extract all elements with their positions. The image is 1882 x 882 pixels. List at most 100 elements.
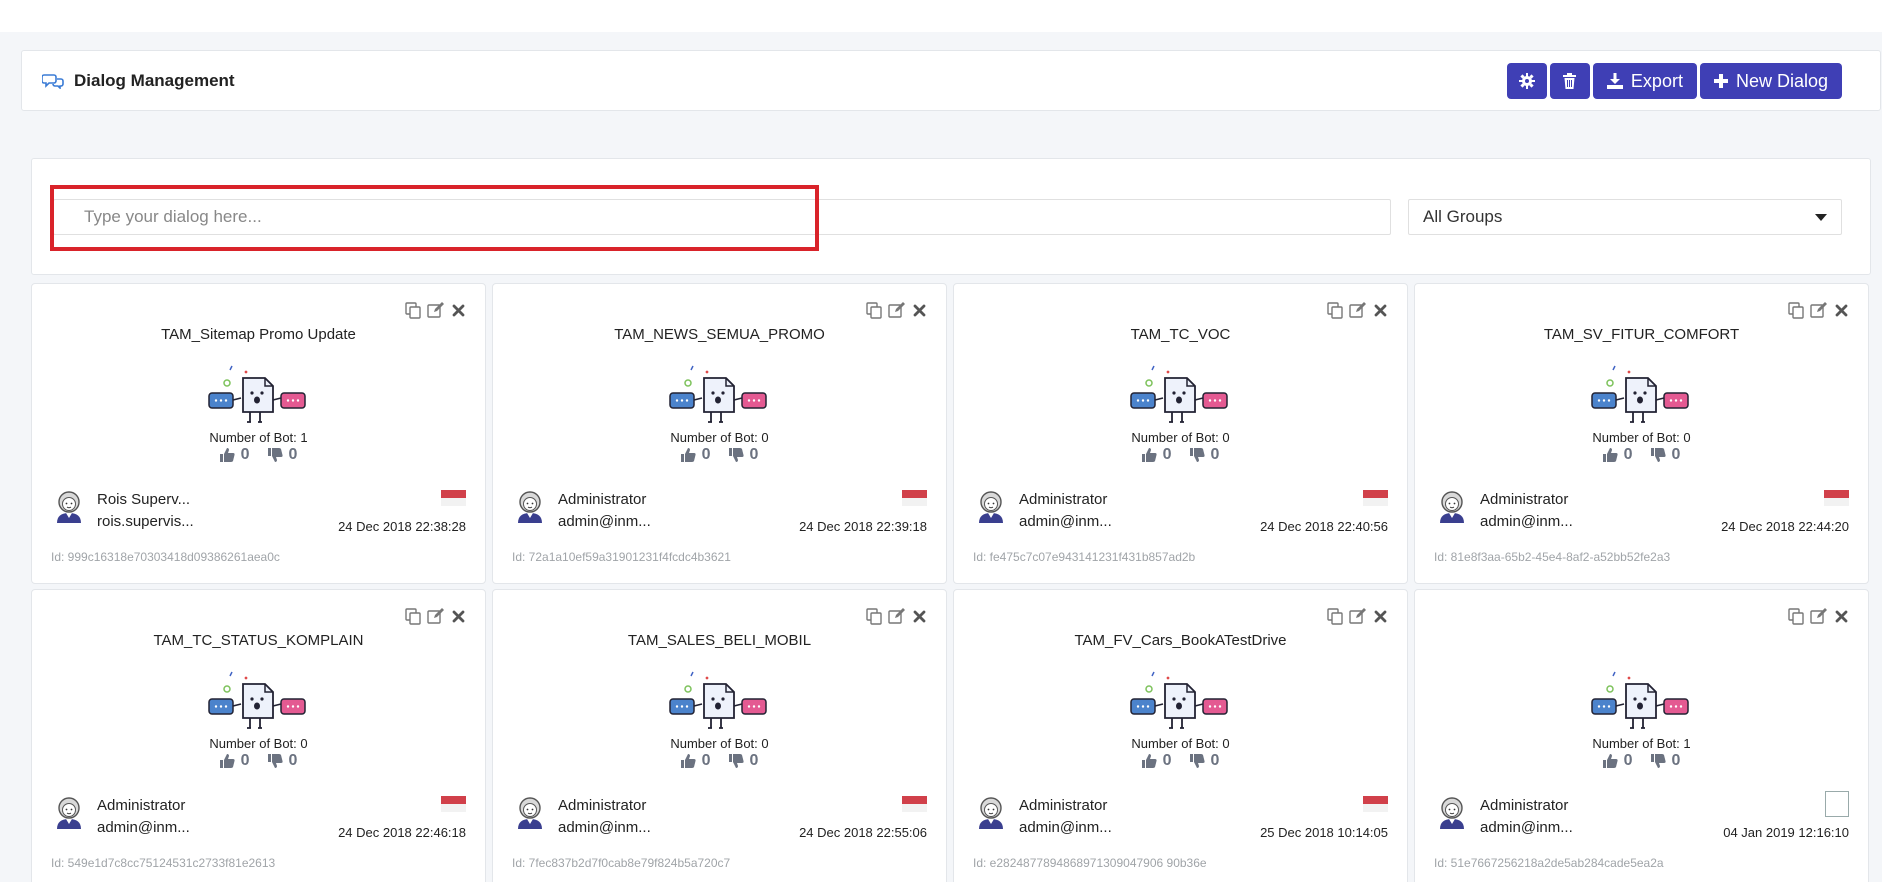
copy-icon[interactable] xyxy=(865,302,882,319)
dialog-id: Id: 999c16318e70303418d09386261aea0c xyxy=(51,550,280,564)
card-actions xyxy=(1787,302,1850,319)
dialog-title[interactable]: TAM_Sitemap Promo Update xyxy=(32,326,485,343)
export-button[interactable]: Export xyxy=(1592,63,1697,99)
dislikes: 0 xyxy=(1189,446,1220,464)
group-filter-select[interactable]: All Groups xyxy=(1408,199,1842,235)
owner-name: Administrator xyxy=(1480,491,1569,508)
edit-icon[interactable] xyxy=(888,608,905,625)
close-icon[interactable] xyxy=(911,608,928,625)
close-icon[interactable] xyxy=(1372,608,1389,625)
bot-count: Number of Bot: 1 xyxy=(1592,736,1691,751)
card-actions xyxy=(1787,608,1850,625)
close-icon[interactable] xyxy=(1833,608,1850,625)
dialog-card[interactable]: TAM_FV_Cars_BookATestDrive Number of Bot… xyxy=(953,589,1408,882)
chat-bubbles-icon xyxy=(42,74,64,89)
likes-count: 0 xyxy=(240,446,250,463)
likes-count: 0 xyxy=(1162,446,1172,463)
user-avatar-icon xyxy=(1440,797,1464,829)
header-toolbar: Export New Dialog xyxy=(1506,63,1842,99)
likes-count: 0 xyxy=(1623,752,1633,769)
close-icon[interactable] xyxy=(1372,302,1389,319)
dialog-title[interactable]: TAM_TC_VOC xyxy=(954,326,1407,343)
dialog-card[interactable]: TAM_NEWS_SEMUA_PROMO Number of Bot: 0 0 xyxy=(492,283,947,584)
dialog-card[interactable]: TAM_TC_STATUS_KOMPLAIN Number of Bot: 0 … xyxy=(31,589,486,882)
thumbs-up-icon xyxy=(680,754,696,768)
dialog-card[interactable]: TAM_Sitemap Promo Update Number of Bot: … xyxy=(31,283,486,584)
user-avatar-icon xyxy=(57,491,81,523)
owner-name: Administrator xyxy=(97,797,186,814)
thumbs-up-icon xyxy=(219,448,235,462)
card-actions xyxy=(865,302,928,319)
thumbs-down-icon xyxy=(1189,754,1205,768)
edit-icon[interactable] xyxy=(888,302,905,319)
dialog-search-input[interactable] xyxy=(53,199,1391,235)
dialog-id: Id: fe475c7c07e943141231f431b857ad2b xyxy=(973,550,1196,564)
indonesia-flag-icon xyxy=(441,490,466,506)
edit-icon[interactable] xyxy=(1810,608,1827,625)
likes-count: 0 xyxy=(240,752,250,769)
dislikes: 0 xyxy=(267,446,297,464)
thumbs-down-icon xyxy=(267,754,283,768)
dialog-title[interactable]: TAM_SV_FITUR_COMFORT xyxy=(1415,326,1868,343)
close-icon[interactable] xyxy=(911,302,928,319)
copy-icon[interactable] xyxy=(1787,608,1804,625)
edit-icon[interactable] xyxy=(427,608,444,625)
dislikes-count: 0 xyxy=(749,752,759,769)
dialog-title[interactable]: TAM_TC_STATUS_KOMPLAIN xyxy=(32,632,485,649)
owner-name: Administrator xyxy=(1019,797,1108,814)
user-avatar-icon xyxy=(979,491,1003,523)
dialog-card[interactable]: TAM_TC_VOC Number of Bot: 0 0 0 Administ… xyxy=(953,283,1408,584)
bot-count: Number of Bot: 0 xyxy=(1131,736,1230,751)
thumbs-down-icon xyxy=(1189,448,1205,462)
created-date: 24 Dec 2018 22:38:28 xyxy=(338,519,466,534)
delete-button[interactable] xyxy=(1549,63,1590,99)
likes: 0 xyxy=(1141,752,1172,770)
dialog-mascot-illustration xyxy=(208,365,306,423)
owner-name: Rois Superv... xyxy=(97,491,191,508)
copy-icon[interactable] xyxy=(1787,302,1804,319)
owner-email: admin@inm... xyxy=(1019,819,1112,836)
card-actions xyxy=(1326,608,1389,625)
close-icon[interactable] xyxy=(1833,302,1850,319)
card-actions xyxy=(404,608,467,625)
copy-icon[interactable] xyxy=(1326,302,1343,319)
dialog-title[interactable]: TAM_SALES_BELI_MOBIL xyxy=(493,632,946,649)
dialog-mascot-illustration xyxy=(1130,365,1228,423)
indonesia-flag-icon xyxy=(441,796,466,812)
bot-count: Number of Bot: 0 xyxy=(670,430,769,445)
copy-icon[interactable] xyxy=(1326,608,1343,625)
edit-icon[interactable] xyxy=(1349,302,1366,319)
edit-icon[interactable] xyxy=(1349,608,1366,625)
dialog-title[interactable]: TAM_NEWS_SEMUA_PROMO xyxy=(493,326,946,343)
dislikes: 0 xyxy=(1650,446,1680,464)
copy-icon[interactable] xyxy=(404,302,421,319)
dialog-card[interactable]: TAM_SALES_BELI_MOBIL Number of Bot: 0 0 xyxy=(492,589,947,882)
likes: 0 xyxy=(1141,446,1172,464)
likes: 0 xyxy=(1602,446,1633,464)
dialog-card[interactable]: TAM_SV_FITUR_COMFORT Number of Bot: 0 0 xyxy=(1414,283,1869,584)
likes: 0 xyxy=(680,446,711,464)
copy-icon[interactable] xyxy=(404,608,421,625)
copy-icon[interactable] xyxy=(865,608,882,625)
dialog-id: Id: 72a1a10ef59a31901231f4fcdc4b3621 xyxy=(512,550,731,564)
dialog-id: Id: e2824877894868971309047906 90b36e xyxy=(973,856,1207,870)
dislikes-count: 0 xyxy=(1210,446,1220,463)
close-icon[interactable] xyxy=(450,302,467,319)
group-filter-value: All Groups xyxy=(1423,207,1503,226)
edit-icon[interactable] xyxy=(1810,302,1827,319)
likes: 0 xyxy=(1602,752,1633,770)
owner-email: rois.supervis... xyxy=(97,513,194,530)
user-avatar-icon xyxy=(518,491,542,523)
dialog-title[interactable]: TAM_FV_Cars_BookATestDrive xyxy=(954,632,1407,649)
new-dialog-button[interactable]: New Dialog xyxy=(1699,63,1842,99)
settings-button[interactable] xyxy=(1506,63,1547,99)
likes-count: 0 xyxy=(1623,446,1633,463)
indonesia-flag-icon xyxy=(902,490,927,506)
close-icon[interactable] xyxy=(450,608,467,625)
thumbs-down-icon xyxy=(728,448,744,462)
likes: 0 xyxy=(680,752,711,770)
trash-icon xyxy=(1563,73,1577,89)
dialog-card[interactable]: Number of Bot: 1 0 0 Administrator admin… xyxy=(1414,589,1869,882)
edit-icon[interactable] xyxy=(427,302,444,319)
dislikes: 0 xyxy=(267,752,297,770)
